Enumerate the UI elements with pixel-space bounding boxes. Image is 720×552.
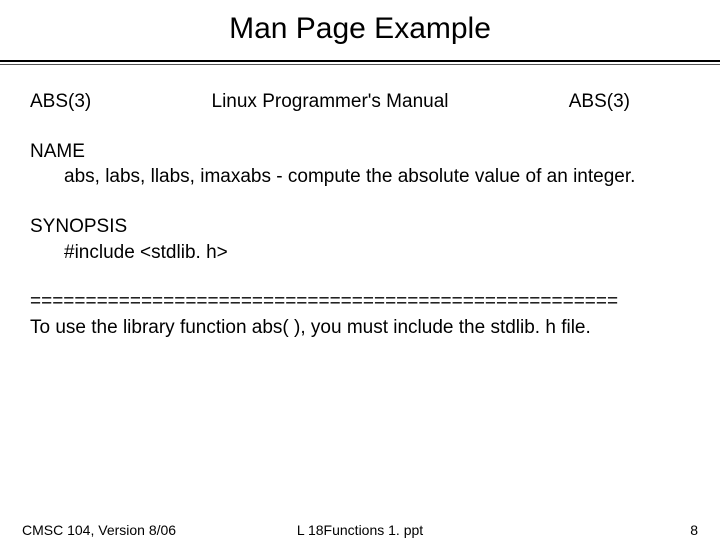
man-header-center: Linux Programmer's Manual (212, 89, 449, 115)
man-header-left: ABS(3) (30, 89, 91, 115)
name-body: abs, labs, llabs, imaxabs - compute the … (30, 164, 690, 190)
slide-body: ABS(3) Linux Programmer's Manual ABS(3) … (0, 65, 720, 340)
title-divider-thick (0, 60, 720, 62)
name-section: NAME abs, labs, llabs, imaxabs - compute… (30, 139, 690, 190)
synopsis-label: SYNOPSIS (30, 214, 690, 240)
synopsis-section: SYNOPSIS #include <stdlib. h> (30, 214, 690, 265)
footer-left: CMSC 104, Version 8/06 (22, 522, 176, 538)
separator-line: ========================================… (30, 289, 690, 315)
slide-title: Man Page Example (0, 12, 720, 46)
name-label: NAME (30, 139, 690, 165)
note-text: To use the library function abs( ), you … (30, 315, 690, 341)
synopsis-body: #include <stdlib. h> (30, 240, 690, 266)
man-header-right: ABS(3) (569, 89, 630, 115)
man-header-row: ABS(3) Linux Programmer's Manual ABS(3) (30, 89, 690, 115)
slide-footer: CMSC 104, Version 8/06 L 18Functions 1. … (0, 522, 720, 538)
footer-right: 8 (690, 522, 698, 538)
